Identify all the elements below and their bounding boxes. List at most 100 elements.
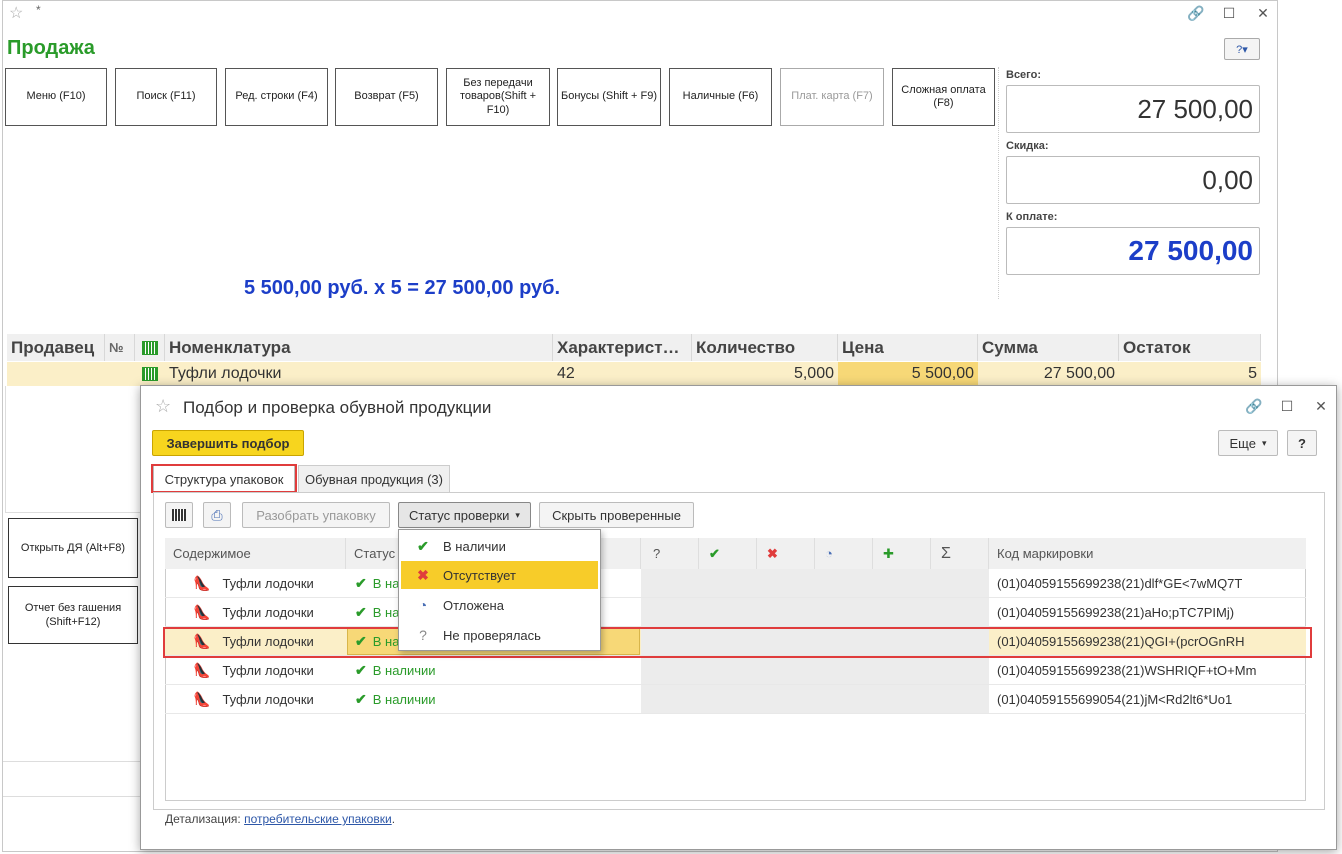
column-header-total[interactable]: Σ bbox=[931, 538, 989, 569]
column-header-seller[interactable]: Продавец bbox=[7, 334, 105, 361]
cell-barcode[interactable] bbox=[135, 362, 165, 386]
favorite-star-icon[interactable]: ☆ bbox=[9, 3, 23, 23]
bottom-divider bbox=[3, 796, 141, 797]
report-no-z-button[interactable]: Отчет без гашения (Shift+F12) bbox=[8, 586, 138, 644]
scan-barcode-button[interactable] bbox=[165, 502, 193, 528]
counter-cells bbox=[641, 685, 989, 713]
column-header-absent[interactable]: ✖ bbox=[757, 538, 815, 569]
cell-status-label: В наличии bbox=[372, 691, 436, 707]
menu-button[interactable]: Меню (F10) bbox=[5, 68, 107, 126]
complex-payment-button[interactable]: Сложная оплата (F8) bbox=[892, 68, 995, 126]
hide-checked-button[interactable]: Скрыть проверенные bbox=[539, 502, 694, 528]
maximize-icon[interactable]: ☐ bbox=[1279, 398, 1295, 415]
table-row[interactable]: 👠Туфли лодочки ✔В наличии (01)0405915569… bbox=[165, 598, 1306, 627]
counter-cells bbox=[641, 656, 989, 684]
cell-content: 👠 Туфли лодочки bbox=[193, 656, 343, 684]
cell-nomenclature[interactable]: Туфли лодочки bbox=[165, 362, 553, 386]
finish-selection-button[interactable]: Завершить подбор bbox=[152, 430, 304, 456]
column-header-unchecked[interactable]: ? bbox=[641, 538, 699, 569]
column-header-nomenclature[interactable]: Номенклатура bbox=[165, 334, 553, 361]
column-header-sum[interactable]: Сумма bbox=[978, 334, 1119, 361]
report-no-z-button-label: Отчет без гашения (Shift+F12) bbox=[24, 601, 122, 628]
cash-button[interactable]: Наличные (F6) bbox=[669, 68, 772, 126]
discount-value: 0,00 bbox=[1202, 164, 1253, 195]
menu-item-deferred[interactable]: ◔ Отложена bbox=[401, 591, 598, 619]
cell-seller[interactable] bbox=[7, 362, 105, 386]
question-icon: ? bbox=[653, 546, 661, 561]
column-header-nomenclature-label: Номенклатура bbox=[169, 337, 291, 357]
menu-item-absent[interactable]: ✖ Отсутствует bbox=[401, 561, 598, 589]
menu-item-present[interactable]: ✔ В наличии bbox=[401, 532, 598, 560]
table-row[interactable]: 👠Туфли лодочки ✔В наличии (01)0405915569… bbox=[165, 685, 1306, 714]
to-pay-label: К оплате: bbox=[1006, 211, 1058, 223]
column-header-quantity[interactable]: Количество bbox=[692, 334, 838, 361]
column-header-status-label: Статус bbox=[354, 546, 396, 561]
column-header-price[interactable]: Цена bbox=[838, 334, 978, 361]
detail-link[interactable]: потребительские упаковки bbox=[244, 812, 392, 826]
column-header-deferred[interactable]: ◔ bbox=[815, 538, 873, 569]
open-dya-button[interactable]: Открыть ДЯ (Alt+F8) bbox=[8, 518, 138, 578]
scanner-settings-button[interactable]: ⎙ bbox=[203, 502, 231, 528]
cell-sum[interactable]: 27 500,00 bbox=[978, 362, 1119, 386]
column-header-number[interactable]: № bbox=[105, 334, 135, 361]
more-button-label: Еще bbox=[1229, 435, 1256, 451]
menu-item-present-label: В наличии bbox=[443, 538, 506, 554]
tab-shoe-products[interactable]: Обувная продукция (3) bbox=[298, 465, 450, 492]
cell-content-label: Туфли лодочки bbox=[222, 575, 314, 591]
price-calculation-line: 5 500,00 руб. x 5 = 27 500,00 руб. bbox=[244, 277, 561, 299]
barcode-icon bbox=[141, 340, 158, 355]
pie-icon: ◔ bbox=[418, 597, 428, 613]
link-icon[interactable]: 🔗 bbox=[1245, 398, 1262, 415]
favorite-star-icon[interactable]: ☆ bbox=[155, 396, 171, 417]
cell-number[interactable] bbox=[105, 362, 135, 386]
table-row[interactable]: 👠Туфли лодочки ✔В наличии (01)0405915569… bbox=[165, 569, 1306, 598]
bonuses-button-label: Бонусы (Shift + F9) bbox=[561, 90, 657, 103]
card-payment-button-label: Плат. карта (F7) bbox=[791, 90, 873, 103]
maximize-icon[interactable]: ☐ bbox=[1221, 5, 1237, 22]
cell-marking-code: (01)04059155699238(21)dlf*GE<7wMQ7T bbox=[997, 575, 1243, 591]
column-header-added[interactable]: ✚ bbox=[873, 538, 931, 569]
help-button[interactable]: ? bbox=[1287, 430, 1317, 456]
shoe-icon: 👠 bbox=[193, 690, 211, 707]
search-button[interactable]: Поиск (F11) bbox=[115, 68, 217, 126]
column-header-remainder[interactable]: Остаток bbox=[1119, 334, 1261, 361]
column-header-seller-label: Продавец bbox=[11, 337, 95, 357]
tab-highlight-frame bbox=[151, 464, 297, 493]
barcode-scan-icon bbox=[172, 509, 186, 521]
column-header-present[interactable]: ✔ bbox=[699, 538, 757, 569]
column-header-content[interactable]: Содержимое bbox=[165, 538, 346, 569]
cell-characteristic[interactable]: 42 bbox=[553, 362, 692, 386]
close-icon[interactable]: ✕ bbox=[1255, 5, 1271, 22]
total-label: Всего: bbox=[1006, 69, 1041, 81]
column-header-marking-code[interactable]: Код маркировки bbox=[989, 538, 1306, 569]
cell-price[interactable]: 5 500,00 bbox=[838, 362, 978, 386]
close-icon[interactable]: ✕ bbox=[1313, 398, 1329, 415]
help-menu-button[interactable]: ?▾ bbox=[1224, 38, 1260, 60]
check-icon: ✔ bbox=[355, 603, 367, 620]
cell-content: 👠 Туфли лодочки bbox=[193, 685, 343, 713]
check-icon: ✔ bbox=[355, 661, 367, 678]
bonuses-button[interactable]: Бонусы (Shift + F9) bbox=[557, 68, 661, 126]
status-check-menu: ✔ В наличии ✖ Отсутствует ◔ Отложена ? Н… bbox=[398, 529, 601, 651]
dialog-window-controls: 🔗 ☐ ✕ bbox=[1245, 398, 1329, 415]
cell-remainder[interactable]: 5 bbox=[1119, 362, 1261, 386]
return-button[interactable]: Возврат (F5) bbox=[335, 68, 438, 126]
page-title: Продажа bbox=[7, 37, 95, 59]
cell-content: 👠 Туфли лодочки bbox=[193, 598, 343, 626]
card-payment-button[interactable]: Плат. карта (F7) bbox=[780, 68, 884, 126]
link-icon[interactable]: 🔗 bbox=[1187, 5, 1204, 22]
table-row[interactable]: 👠Туфли лодочки ✔В наличии (01)0405915569… bbox=[165, 656, 1306, 685]
no-transfer-button-label: Без передачи товаров(Shift + F10) bbox=[459, 77, 537, 116]
column-header-characteristic[interactable]: Характерист… bbox=[553, 334, 692, 361]
unpack-button-label: Разобрать упаковку bbox=[256, 507, 376, 523]
discount-field: 0,00 bbox=[1006, 156, 1260, 204]
more-button[interactable]: Еще ▾ bbox=[1218, 430, 1278, 456]
edit-row-button[interactable]: Ред. строки (F4) bbox=[225, 68, 328, 126]
cell-quantity[interactable]: 5,000 bbox=[692, 362, 838, 386]
unpack-button[interactable]: Разобрать упаковку bbox=[242, 502, 390, 528]
menu-item-unchecked[interactable]: ? Не проверялась bbox=[401, 621, 598, 649]
no-transfer-button[interactable]: Без передачи товаров(Shift + F10) bbox=[446, 68, 550, 126]
status-check-dropdown[interactable]: Статус проверки ▾ bbox=[398, 502, 531, 528]
column-header-barcode[interactable] bbox=[135, 334, 165, 361]
barcode-icon bbox=[142, 367, 158, 381]
